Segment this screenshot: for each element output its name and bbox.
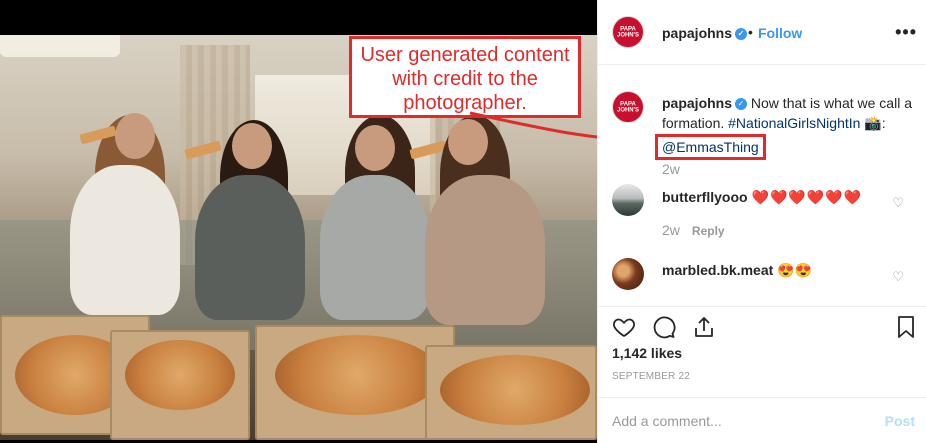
commenter-avatar[interactable]	[612, 258, 644, 290]
pizza	[275, 335, 440, 415]
like-comment-heart-icon[interactable]: ♡	[892, 269, 904, 285]
caption-username[interactable]: papajohns	[662, 95, 732, 111]
commenter-avatar[interactable]	[612, 184, 644, 216]
verified-badge-icon: ✓	[735, 98, 748, 111]
annotation-callout: User generated content with credit to th…	[349, 36, 581, 118]
lamp-shade	[0, 35, 120, 57]
post-header: PAPA JOHN'S papajohns ✓ • Follow •••	[598, 0, 926, 65]
comment-text: ❤️❤️❤️❤️❤️❤️	[751, 189, 863, 205]
header-username-row[interactable]: papajohns ✓	[662, 25, 748, 41]
pizza	[440, 355, 590, 425]
header-username[interactable]: papajohns	[662, 25, 732, 41]
person-1-head	[115, 113, 155, 159]
post-photo[interactable]: User generated content with credit to th…	[0, 0, 597, 443]
caption-text: papajohns ✓ Now that is what we call a fo…	[655, 93, 912, 160]
person-1-body	[70, 165, 180, 315]
avatar-logo-text: PAPA JOHN'S	[617, 26, 639, 38]
comment-input[interactable]	[612, 411, 852, 431]
caption-avatar[interactable]: PAPA JOHN'S	[612, 91, 644, 123]
caption-hashtag[interactable]: #NationalGirlsNightIn	[728, 115, 860, 131]
comment-time: 2w	[662, 222, 680, 238]
verified-badge-icon: ✓	[735, 28, 748, 41]
comment: marbled.bk.meat 😍😍	[662, 262, 812, 279]
caption-mention[interactable]: @EmmasThing	[655, 134, 766, 160]
person-3-body	[320, 175, 430, 320]
person-2-body	[195, 175, 305, 320]
caption-time: 2w	[662, 161, 680, 177]
share-icon[interactable]	[692, 315, 716, 339]
person-4-body	[425, 175, 545, 325]
comment-meta: 2w Reply	[662, 222, 725, 238]
action-bar	[598, 306, 926, 346]
comment-text: 😍😍	[777, 262, 813, 278]
comment-username[interactable]: butterfllyooo	[662, 189, 748, 205]
comment-icon[interactable]	[652, 315, 676, 339]
comment-username[interactable]: marbled.bk.meat	[662, 262, 773, 278]
avatar-logo-text: PAPA JOHN'S	[617, 101, 639, 113]
likes-count[interactable]: 1,142 likes	[612, 345, 682, 361]
person-3-head	[355, 125, 395, 171]
post-panel: PAPA JOHN'S papajohns ✓ • Follow ••• PAPA…	[597, 0, 926, 443]
header-separator: •	[748, 24, 753, 40]
person-2-head	[232, 123, 272, 169]
more-options-icon[interactable]: •••	[895, 22, 917, 43]
camera-emoji: 📸	[864, 115, 882, 131]
like-comment-heart-icon[interactable]: ♡	[892, 195, 904, 211]
heart-icon[interactable]	[612, 315, 636, 339]
follow-button[interactable]: Follow	[758, 25, 802, 41]
pizza	[125, 340, 235, 410]
bookmark-icon[interactable]	[894, 315, 918, 339]
post-date: SEPTEMBER 22	[612, 371, 690, 382]
person-4-head	[448, 119, 488, 165]
brand-avatar[interactable]: PAPA JOHN'S	[612, 16, 644, 48]
reply-button[interactable]: Reply	[692, 224, 725, 238]
add-comment-bar: Post	[598, 397, 926, 443]
caption-colon: :	[881, 115, 886, 131]
comment: butterfllyooo ❤️❤️❤️❤️❤️❤️	[662, 189, 862, 206]
post-button[interactable]: Post	[885, 413, 915, 429]
